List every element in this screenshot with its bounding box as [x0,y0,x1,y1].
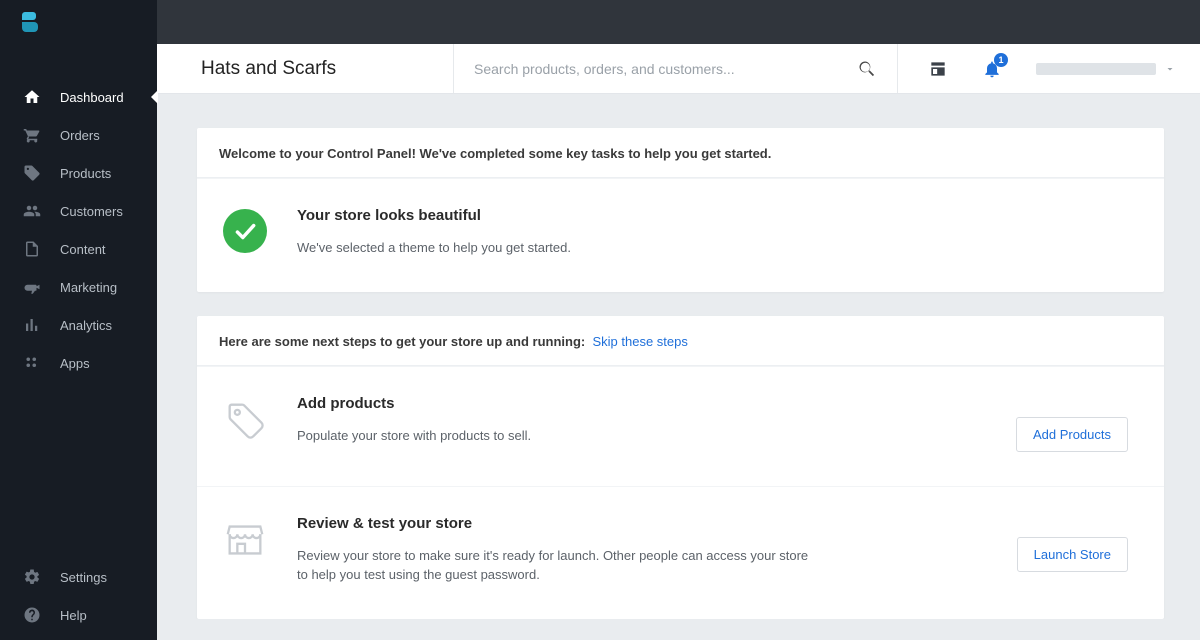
search-icon[interactable] [857,59,877,79]
main-column: Hats and Scarfs 1 [157,0,1200,640]
welcome-heading: Welcome to your Control Panel! We've com… [197,128,1164,178]
storefront-outline-icon [219,515,271,563]
cart-icon [22,125,42,145]
step-row-add-products: Add products Populate your store with pr… [197,366,1164,486]
sidebar-item-orders[interactable]: Orders [0,116,157,154]
secondary-nav: Settings Help [0,558,157,640]
document-icon [22,239,42,259]
search-wrap [454,44,898,93]
sidebar-item-apps[interactable]: Apps [0,344,157,382]
sidebar-item-settings[interactable]: Settings [0,558,157,596]
sidebar-item-label: Marketing [60,280,117,295]
sidebar-item-label: Customers [60,204,123,219]
sidebar: Dashboard Orders Products Customers [0,0,157,640]
sidebar-item-help[interactable]: Help [0,596,157,634]
sidebar-item-label: Help [60,608,87,623]
content-area: Welcome to your Control Panel! We've com… [157,94,1200,619]
sidebar-item-label: Orders [60,128,100,143]
welcome-row: Your store looks beautiful We've selecte… [197,178,1164,292]
sidebar-item-label: Settings [60,570,107,585]
sidebar-item-products[interactable]: Products [0,154,157,192]
user-name-placeholder [1036,63,1156,75]
people-icon [22,201,42,221]
sidebar-item-marketing[interactable]: Marketing [0,268,157,306]
home-icon [22,87,42,107]
primary-nav: Dashboard Orders Products Customers [0,44,157,558]
next-steps-heading: Here are some next steps to get your sto… [197,316,1164,366]
welcome-row-text: We've selected a theme to help you get s… [297,238,817,258]
step-text: Review your store to make sure it's read… [297,546,817,585]
header-bar: Hats and Scarfs 1 [157,44,1200,94]
brand-logo[interactable] [0,0,157,44]
welcome-row-title: Your store looks beautiful [297,207,1142,224]
sidebar-item-label: Apps [60,356,90,371]
sidebar-item-customers[interactable]: Customers [0,192,157,230]
search-input[interactable] [474,61,857,77]
step-title: Review & test your store [297,515,991,532]
sidebar-item-dashboard[interactable]: Dashboard [0,78,157,116]
step-title: Add products [297,395,990,412]
store-name: Hats and Scarfs [157,44,454,93]
sidebar-item-label: Content [60,242,106,257]
apps-icon [22,353,42,373]
sidebar-item-label: Dashboard [60,90,124,105]
step-text: Populate your store with products to sel… [297,426,817,446]
storefront-icon[interactable] [928,59,948,79]
check-circle-icon [223,209,267,253]
sidebar-item-content[interactable]: Content [0,230,157,268]
tag-icon [22,163,42,183]
launch-store-button[interactable]: Launch Store [1017,537,1128,572]
notification-badge: 1 [994,53,1008,67]
next-steps-panel: Here are some next steps to get your sto… [197,316,1164,619]
bar-chart-icon [22,315,42,335]
chevron-down-icon [1164,63,1176,75]
step-row-review-store: Review & test your store Review your sto… [197,486,1164,619]
add-products-button[interactable]: Add Products [1016,417,1128,452]
help-icon [22,605,42,625]
gear-icon [22,567,42,587]
top-strip [157,0,1200,44]
user-menu[interactable] [1036,63,1176,75]
sidebar-item-label: Analytics [60,318,112,333]
sidebar-item-label: Products [60,166,111,181]
skip-steps-link[interactable]: Skip these steps [592,334,687,349]
notifications-icon[interactable]: 1 [982,59,1002,79]
welcome-panel: Welcome to your Control Panel! We've com… [197,128,1164,292]
megaphone-icon [22,277,42,297]
header-actions: 1 [898,44,1200,93]
tag-outline-icon [219,395,271,443]
sidebar-item-analytics[interactable]: Analytics [0,306,157,344]
